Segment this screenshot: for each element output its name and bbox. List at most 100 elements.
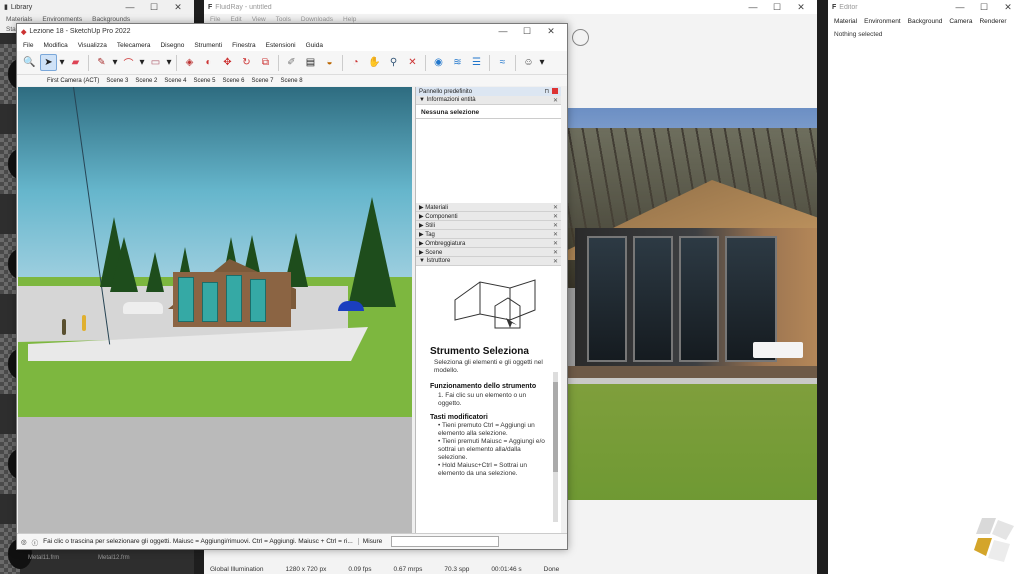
- layers-icon[interactable]: ≋: [449, 54, 466, 71]
- close-icon[interactable]: ✕: [553, 97, 558, 104]
- section-istruttore[interactable]: ▼ Istruttore ✕: [416, 257, 561, 266]
- close-icon[interactable]: ✕: [553, 258, 558, 265]
- library-tab-backgrounds[interactable]: Backgrounds: [92, 16, 130, 23]
- select-icon[interactable]: ➤: [40, 54, 57, 71]
- minimize-icon[interactable]: —: [948, 2, 972, 13]
- maximize-icon[interactable]: ☐: [142, 2, 166, 13]
- menu-strumenti[interactable]: Strumenti: [194, 42, 222, 49]
- scene-tab[interactable]: Scene 2: [135, 78, 157, 84]
- menu-telecamera[interactable]: Telecamera: [117, 42, 151, 49]
- warehouse-icon[interactable]: ◉: [430, 54, 447, 71]
- menu-guida[interactable]: Guida: [306, 42, 323, 49]
- move-icon[interactable]: ✥: [219, 54, 236, 71]
- text-icon[interactable]: ▤: [302, 54, 319, 71]
- menu-modifica[interactable]: Modifica: [43, 42, 67, 49]
- zoom-icon[interactable]: ⚲: [385, 54, 402, 71]
- pushpull-icon[interactable]: ◈: [181, 54, 198, 71]
- section-componenti[interactable]: ▶ Componenti ✕: [416, 212, 561, 221]
- menu-estensioni[interactable]: Estensioni: [266, 42, 296, 49]
- render-button[interactable]: [572, 29, 589, 46]
- close-icon[interactable]: ✕: [539, 26, 563, 37]
- section-ombreggiatura[interactable]: ▶ Ombreggiatura ✕: [416, 239, 561, 248]
- fluidray-statusbar: Global Illumination 1280 x 720 px 0.09 f…: [204, 564, 817, 574]
- scene-tab[interactable]: Scene 4: [164, 78, 186, 84]
- menu-visualizza[interactable]: Visualizza: [78, 42, 107, 49]
- chevron-down-icon[interactable]: ▾: [539, 54, 545, 71]
- minimize-icon[interactable]: —: [118, 2, 142, 13]
- scene-tab[interactable]: Scene 7: [252, 78, 274, 84]
- tab-background[interactable]: Background: [908, 18, 943, 25]
- close-icon[interactable]: ✕: [553, 240, 558, 247]
- scene-tab[interactable]: Scene 5: [193, 78, 215, 84]
- geolocation-icon[interactable]: ◎: [21, 538, 27, 546]
- section-label: Informazioni entità: [426, 97, 476, 103]
- close-icon[interactable]: ✕: [789, 2, 813, 13]
- close-icon[interactable]: ✕: [166, 2, 190, 13]
- fluidray-logo-icon: [974, 518, 1014, 562]
- scene-tab[interactable]: First Camera (ACT): [47, 78, 99, 84]
- menu-edit[interactable]: Edit: [230, 16, 241, 23]
- components-icon[interactable]: ☰: [468, 54, 485, 71]
- info-icon[interactable]: ⓘ: [32, 537, 39, 547]
- section-scene[interactable]: ▶ Scene ✕: [416, 248, 561, 257]
- search-icon[interactable]: 🔍: [21, 54, 38, 71]
- menu-help[interactable]: Help: [343, 16, 356, 23]
- tab-renderer[interactable]: Renderer: [979, 18, 1006, 25]
- chevron-down-icon[interactable]: ▾: [59, 54, 65, 71]
- minimize-icon[interactable]: —: [491, 26, 515, 37]
- eraser-icon[interactable]: ▰: [67, 54, 84, 71]
- maximize-icon[interactable]: ☐: [765, 2, 789, 13]
- section-materiali[interactable]: ▶ Materiali ✕: [416, 203, 561, 212]
- followme-icon[interactable]: ◐: [200, 54, 217, 71]
- maximize-icon[interactable]: ☐: [515, 26, 539, 37]
- chevron-down-icon[interactable]: ▾: [112, 54, 118, 71]
- arc-icon[interactable]: ⌒: [120, 54, 137, 71]
- extensions-icon[interactable]: ≈: [494, 54, 511, 71]
- library-tab-environments[interactable]: Environments: [42, 16, 82, 23]
- render-window: [633, 236, 673, 362]
- tab-environment[interactable]: Environment: [864, 18, 901, 25]
- scale-icon[interactable]: ⧉: [257, 54, 274, 71]
- library-tab-materials[interactable]: Materials: [6, 16, 32, 23]
- close-icon[interactable]: ✕: [553, 231, 558, 238]
- maximize-icon[interactable]: ☐: [972, 2, 996, 13]
- section-stili[interactable]: ▶ Stili ✕: [416, 221, 561, 230]
- menu-downloads[interactable]: Downloads: [301, 16, 333, 23]
- tape-icon[interactable]: ✐: [283, 54, 300, 71]
- model-viewport[interactable]: [18, 87, 412, 534]
- chevron-down-icon[interactable]: ▾: [139, 54, 145, 71]
- pan-icon[interactable]: ✋: [366, 54, 383, 71]
- minimize-icon[interactable]: —: [741, 2, 765, 13]
- menu-file[interactable]: File: [23, 42, 33, 49]
- close-icon[interactable]: [552, 88, 558, 94]
- measurements-input[interactable]: [391, 536, 500, 547]
- orbit-icon[interactable]: ◔: [347, 54, 364, 71]
- rectangle-icon[interactable]: ▭: [147, 54, 164, 71]
- section-entity-info[interactable]: ▼ Informazioni entità ✕: [416, 96, 561, 105]
- section-tag[interactable]: ▶ Tag ✕: [416, 230, 561, 239]
- chevron-down-icon[interactable]: ▾: [166, 54, 172, 71]
- menu-tools[interactable]: Tools: [276, 16, 291, 23]
- rotate-icon[interactable]: ↻: [238, 54, 255, 71]
- paint-icon[interactable]: ◒: [321, 54, 338, 71]
- scene-tab[interactable]: Scene 3: [106, 78, 128, 84]
- pencil-icon[interactable]: ✎: [93, 54, 110, 71]
- scene-tab[interactable]: Scene 6: [222, 78, 244, 84]
- close-icon[interactable]: ✕: [553, 204, 558, 211]
- menu-disegno[interactable]: Disegno: [160, 42, 184, 49]
- menu-finestra[interactable]: Finestra: [232, 42, 255, 49]
- close-icon[interactable]: ✕: [553, 222, 558, 229]
- account-icon[interactable]: ☺: [520, 54, 537, 71]
- close-icon[interactable]: ✕: [553, 213, 558, 220]
- close-icon[interactable]: ✕: [553, 249, 558, 256]
- scene-tab[interactable]: Scene 8: [281, 78, 303, 84]
- menu-file[interactable]: File: [210, 16, 220, 23]
- panel-scrollbar[interactable]: [553, 372, 558, 522]
- tab-camera[interactable]: Camera: [949, 18, 972, 25]
- menu-view[interactable]: View: [252, 16, 266, 23]
- tab-material[interactable]: Material: [834, 18, 857, 25]
- pin-icon[interactable]: ⊓: [544, 88, 549, 95]
- render-view[interactable]: [567, 108, 817, 500]
- close-icon[interactable]: ✕: [996, 2, 1020, 13]
- zoom-extents-icon[interactable]: ✕: [404, 54, 421, 71]
